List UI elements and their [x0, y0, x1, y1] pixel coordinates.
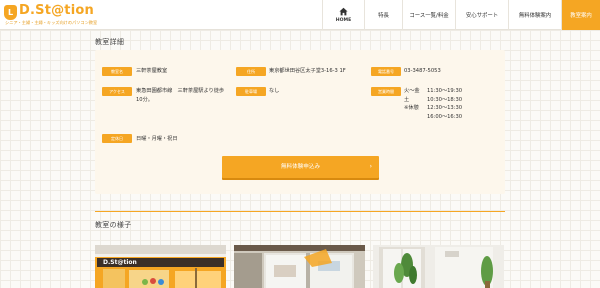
hours-label: 営業時間 — [371, 87, 401, 96]
address-value: 東京都世田谷区太子堂3-16-3 1F — [269, 68, 346, 74]
free-trial-apply-label: 無料体験申込み — [280, 164, 321, 170]
classroom-window-image — [234, 245, 365, 288]
name-value: 三軒茶屋教室 — [136, 68, 168, 74]
site-header: L D.St@tion シニア・主婦・主婦・キッズ向けのパソコン教室 HOME … — [0, 0, 600, 30]
nav-courses[interactable]: コース一覧/料金 — [402, 0, 455, 30]
parking-value: なし — [269, 88, 280, 94]
hours-time-3: 12:30～13:30 — [427, 105, 463, 111]
phone-label: 電話番号 — [371, 67, 401, 76]
nav-support[interactable]: 安心サポート — [455, 0, 508, 30]
phone-value[interactable]: 03-3487-5053 — [404, 67, 441, 76]
home-icon — [339, 7, 348, 16]
name-label: 教室名 — [102, 67, 132, 76]
logo-text: D.St@tion — [19, 3, 94, 18]
classroom-photo-exterior[interactable]: D.St@tion — [95, 245, 226, 288]
access-line1: 東急田園都市線 三軒茶屋駅より徒歩 — [136, 88, 225, 94]
holiday-value: 日曜・月曜・祝日 — [136, 135, 178, 142]
section-divider — [95, 211, 505, 212]
hours-day-2: 土 — [404, 96, 410, 103]
hours-day-1: 火～金 — [404, 88, 420, 94]
access-label: アクセス — [102, 87, 132, 96]
nav-features[interactable]: 特長 — [364, 0, 402, 30]
hours-time-4: 16:00～16:30 — [427, 113, 463, 120]
gallery-title: 教室の様子 — [95, 221, 132, 229]
main-nav: HOME 特長 コース一覧/料金 安心サポート 無料体験案内 教室案内 — [322, 0, 600, 30]
access-line2: 10分。 — [136, 96, 153, 103]
hours-day-3: ※休憩 — [404, 105, 419, 111]
details-title: 教室詳細 — [95, 38, 125, 46]
chevron-right-icon: › — [369, 163, 372, 170]
nav-home-label: HOME — [335, 18, 352, 23]
parking-label: 駐車場 — [236, 87, 266, 96]
address-label: 住所 — [236, 67, 266, 76]
nav-home[interactable]: HOME — [322, 0, 364, 30]
nav-free-trial[interactable]: 無料体験案内 — [508, 0, 561, 30]
logo-tagline: シニア・主婦・主婦・キッズ向けのパソコン教室 — [5, 20, 98, 25]
hours-time-2: 10:30～18:30 — [427, 96, 463, 103]
classroom-interior-image — [373, 245, 504, 288]
free-trial-apply-button[interactable]: 無料体験申込み › — [222, 156, 379, 178]
storefront-sign: D.St@tion — [103, 259, 137, 266]
classroom-photo-window[interactable] — [234, 245, 365, 288]
site-logo[interactable]: L D.St@tion シニア・主婦・主婦・キッズ向けのパソコン教室 — [4, 3, 124, 27]
nav-classroom-info[interactable]: 教室案内 — [561, 0, 600, 30]
classroom-photo-interior[interactable] — [373, 245, 504, 288]
logo-mark-icon: L — [4, 5, 17, 20]
hours-time-1: 11:30～19:30 — [427, 88, 463, 94]
holiday-label: 定休日 — [102, 134, 132, 143]
